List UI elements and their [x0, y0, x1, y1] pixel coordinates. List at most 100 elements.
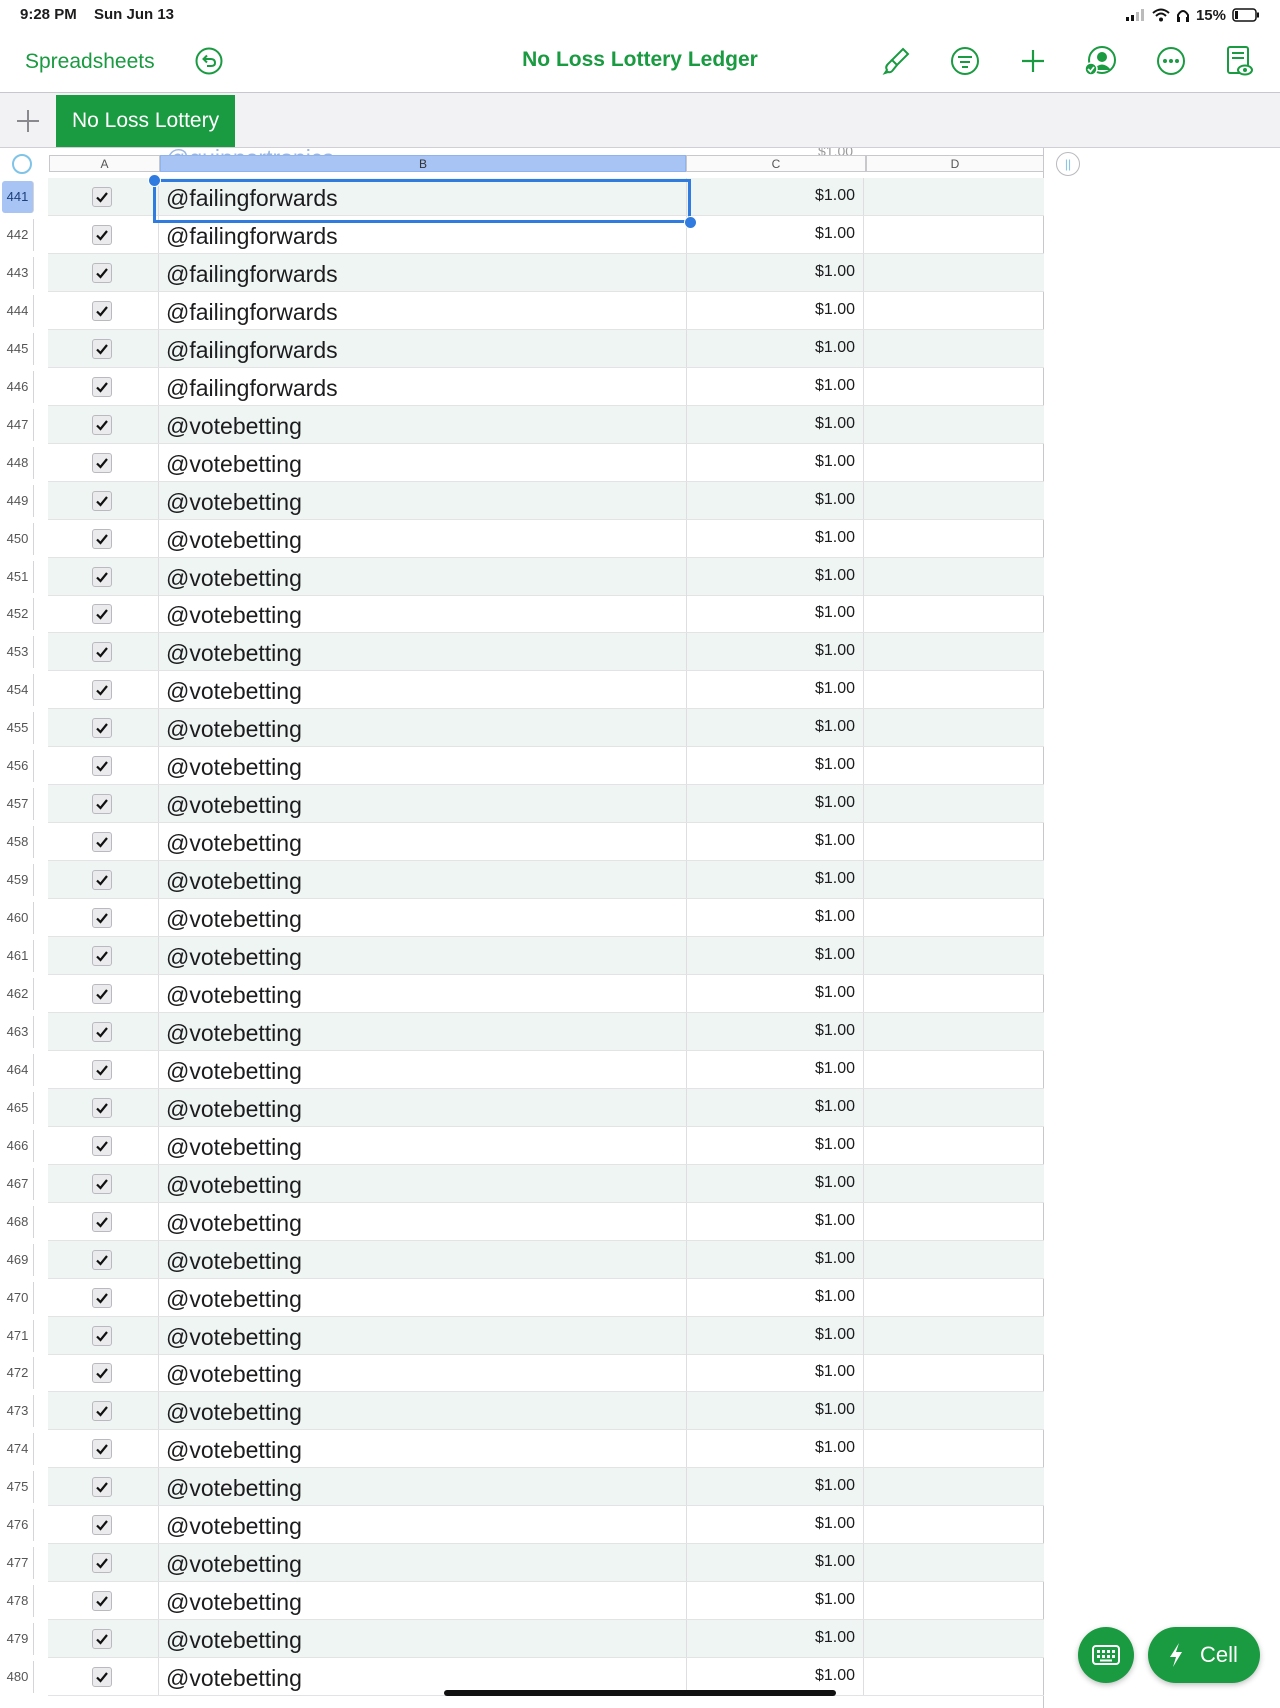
column-header-b[interactable]: B: [160, 155, 686, 172]
table-row[interactable]: 478 @votebetting $1.00: [0, 1582, 1044, 1621]
checkbox[interactable]: [92, 604, 112, 625]
cell-c[interactable]: $1.00: [686, 747, 864, 785]
row-number[interactable]: 476: [2, 1509, 34, 1542]
table-row[interactable]: 470 @votebetting $1.00: [0, 1278, 1044, 1317]
cell-a[interactable]: [48, 1468, 159, 1506]
cell-a[interactable]: [48, 1620, 159, 1658]
cell-b[interactable]: @votebetting: [166, 899, 687, 937]
cell-d[interactable]: [864, 1658, 1044, 1695]
checkbox[interactable]: [92, 1363, 112, 1384]
selection-handle-bottom-right[interactable]: [684, 216, 697, 229]
table-row[interactable]: 471 @votebetting $1.00: [0, 1316, 1044, 1355]
checkbox[interactable]: [92, 1059, 112, 1080]
row-number[interactable]: 477: [2, 1547, 34, 1580]
cell-b[interactable]: @votebetting: [166, 1088, 687, 1126]
checkbox[interactable]: [92, 983, 112, 1004]
checkbox[interactable]: [92, 338, 112, 359]
cell-c[interactable]: $1.00: [686, 1316, 864, 1354]
row-number[interactable]: 451: [2, 560, 34, 593]
paintbrush-icon[interactable]: [879, 44, 913, 78]
cell-c[interactable]: $1.00: [686, 861, 864, 899]
cell-b[interactable]: @votebetting: [166, 974, 687, 1012]
row-number[interactable]: 472: [2, 1357, 34, 1390]
cell-a[interactable]: [48, 178, 159, 215]
cell-d[interactable]: [864, 861, 1044, 898]
cell-b[interactable]: @votebetting: [166, 671, 687, 709]
cell-b[interactable]: @votebetting: [166, 1202, 687, 1240]
table-row[interactable]: 466 @votebetting $1.00: [0, 1126, 1044, 1165]
row-number[interactable]: 442: [2, 218, 34, 251]
cell-a[interactable]: [48, 785, 159, 823]
table-row[interactable]: 452 @votebetting $1.00: [0, 595, 1044, 634]
cell-c[interactable]: $1.00: [686, 974, 864, 1012]
row-number[interactable]: 461: [2, 940, 34, 972]
cell-b[interactable]: @failingforwards: [166, 367, 687, 405]
cell-c[interactable]: $1.00: [686, 1202, 864, 1240]
checkbox[interactable]: [92, 908, 112, 929]
row-number[interactable]: 462: [2, 977, 34, 1010]
cell-a[interactable]: [48, 633, 159, 671]
cell-a[interactable]: [48, 937, 159, 974]
cell-d[interactable]: [864, 1241, 1044, 1278]
row-number[interactable]: 479: [2, 1623, 34, 1656]
row-number[interactable]: 460: [2, 902, 34, 935]
cell-b[interactable]: @votebetting: [166, 1050, 687, 1088]
cell-b[interactable]: @votebetting: [166, 1126, 687, 1164]
row-number[interactable]: 445: [2, 332, 34, 365]
cell-d[interactable]: [864, 406, 1044, 443]
row-number[interactable]: 456: [2, 750, 34, 783]
row-number[interactable]: 467: [2, 1167, 34, 1200]
cell-c[interactable]: $1.00: [686, 443, 864, 481]
checkbox[interactable]: [92, 1287, 112, 1308]
table-row[interactable]: 443 @failingforwards $1.00: [0, 253, 1044, 292]
table-row[interactable]: 442 @failingforwards $1.00: [0, 215, 1044, 254]
tab-no-loss-lottery[interactable]: No Loss Lottery: [56, 95, 236, 147]
row-number[interactable]: 444: [2, 294, 34, 327]
cell-c[interactable]: $1.00: [686, 557, 864, 595]
checkbox[interactable]: [92, 832, 112, 853]
cell-b[interactable]: @votebetting: [166, 595, 687, 633]
cell-b[interactable]: @failingforwards: [166, 178, 687, 215]
cell-b[interactable]: @failingforwards: [166, 329, 687, 367]
cell-c[interactable]: $1.00: [686, 329, 864, 367]
table-row[interactable]: 446 @failingforwards $1.00: [0, 367, 1044, 406]
cell-input-button[interactable]: Cell: [1148, 1627, 1260, 1683]
row-number[interactable]: 452: [2, 598, 34, 631]
checkbox[interactable]: [92, 1667, 112, 1688]
cell-a[interactable]: [48, 671, 159, 709]
checkbox[interactable]: [92, 490, 112, 511]
table-row[interactable]: 467 @votebetting $1.00: [0, 1164, 1044, 1203]
cell-b[interactable]: @votebetting: [166, 633, 687, 671]
selection-handle-top-left[interactable]: [148, 174, 161, 187]
table-row[interactable]: 479 @votebetting $1.00: [0, 1620, 1044, 1659]
cell-b[interactable]: @votebetting: [166, 861, 687, 899]
checkbox[interactable]: [92, 756, 112, 777]
cell-c[interactable]: $1.00: [686, 1354, 864, 1392]
table-row[interactable]: 457 @votebetting $1.00: [0, 785, 1044, 824]
cell-d[interactable]: [864, 330, 1044, 367]
row-number[interactable]: 478: [2, 1585, 34, 1618]
cell-c[interactable]: $1.00: [686, 1050, 864, 1088]
cell-d[interactable]: [864, 1013, 1044, 1050]
checkbox[interactable]: [92, 870, 112, 891]
cell-a[interactable]: [48, 1658, 159, 1696]
cell-a[interactable]: [48, 519, 159, 557]
checkbox[interactable]: [92, 1249, 112, 1270]
cell-a[interactable]: [48, 215, 159, 253]
keyboard-button[interactable]: [1078, 1627, 1134, 1683]
cell-a[interactable]: [48, 443, 159, 481]
cell-d[interactable]: [864, 482, 1044, 519]
cell-d[interactable]: [864, 1430, 1044, 1467]
cell-d[interactable]: [864, 1127, 1044, 1164]
cell-a[interactable]: [48, 1012, 159, 1050]
cell-d[interactable]: [864, 1544, 1044, 1581]
plus-icon[interactable]: [1016, 44, 1050, 78]
cell-a[interactable]: [48, 1126, 159, 1164]
cell-d[interactable]: [864, 1279, 1044, 1316]
table-row[interactable]: 448 @votebetting $1.00: [0, 443, 1044, 482]
cell-a[interactable]: [48, 974, 159, 1012]
table-row[interactable]: 477 @votebetting $1.00: [0, 1544, 1044, 1583]
cell-c[interactable]: $1.00: [686, 1544, 864, 1582]
row-number[interactable]: 446: [2, 370, 34, 403]
cell-b[interactable]: @votebetting: [166, 1620, 687, 1658]
